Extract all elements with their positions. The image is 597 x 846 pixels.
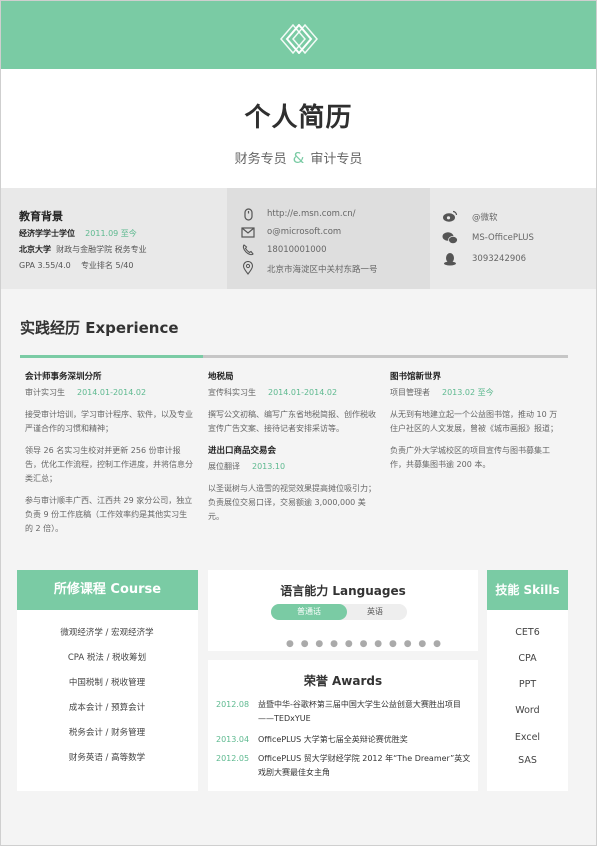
experience-column-3: 图书馆新世界 项目管理者 2013.02 至今 从无到有地建立起一个公益图书馆，推… bbox=[390, 370, 558, 472]
mouse-icon bbox=[244, 208, 253, 221]
experience-title: 实践经历 Experience bbox=[20, 319, 179, 337]
role: 项目管理者 bbox=[390, 388, 430, 397]
education-period: 2011.09 至今 bbox=[85, 229, 137, 238]
degree: 经济学学士学位 bbox=[19, 229, 75, 238]
award-year: 2012.08 bbox=[216, 700, 250, 709]
experience-column-1: 会计师事务深圳分所 审计实习生 2014.01-2014.02 接受审计培训，学习… bbox=[25, 370, 193, 536]
phone-text: 18010001000 bbox=[267, 245, 327, 255]
period: 2013.10 bbox=[252, 462, 286, 471]
education-title: 教育背景 bbox=[19, 210, 63, 223]
resume-page: 个人简历 财务专员 & 审计专员 教育背景 经济学学士学位 2011.09 至今 北… bbox=[0, 0, 597, 846]
email-text: o@microsoft.com bbox=[267, 227, 342, 237]
skill-item: CPA bbox=[518, 653, 537, 664]
social-panel: @微软 MS-OfficePLUS 3093242906 bbox=[430, 188, 596, 289]
course-title: 所修课程 Course bbox=[17, 570, 198, 610]
course-item: 税务会计 / 财务管理 bbox=[68, 728, 146, 738]
role-row: 项目管理者 2013.02 至今 bbox=[390, 386, 558, 400]
skills-title: 技能 Skills bbox=[487, 570, 568, 610]
wechat-icon bbox=[442, 232, 458, 244]
course-card: 所修课程 Course 微观经济学 / 宏观经济学 CPA 税法 / 税收筹划 … bbox=[17, 570, 198, 791]
info-strip: 教育背景 经济学学士学位 2011.09 至今 北京大学 财政与金融学院 税务专… bbox=[1, 188, 596, 289]
award-text: 益暨中华-谷歌杯第三届中国大学生公益创意大赛胜出项目——TEDxYUE bbox=[258, 700, 461, 723]
major: 财政与金融学院 税务专业 bbox=[56, 245, 147, 254]
skill-item: PPT bbox=[518, 679, 537, 690]
skill-item: Word bbox=[515, 705, 540, 716]
rank: 专业排名 5/40 bbox=[80, 261, 134, 270]
school-row: 北京大学 财政与金融学院 税务专业 bbox=[19, 244, 147, 255]
course-item: 微观经济学 / 宏观经济学 bbox=[60, 628, 154, 638]
company-name: 图书馆新世界 bbox=[390, 372, 442, 382]
gpa-row: GPA 3.55/4.0 专业排名 5/40 bbox=[19, 260, 133, 271]
awards-title: 荣誉 Awards bbox=[303, 674, 383, 688]
top-banner bbox=[1, 1, 596, 69]
experience-divider-accent bbox=[20, 355, 203, 358]
role-finance: 财务专员 bbox=[234, 152, 287, 167]
role-row: 宣传科实习生 2014.01-2014.02 bbox=[208, 386, 376, 400]
school: 北京大学 bbox=[19, 245, 51, 254]
skills-card: 技能 Skills CET6 CPA PPT Word Excel SAS bbox=[487, 570, 568, 791]
experience-divider bbox=[203, 355, 568, 358]
course-item: CPA 税法 / 税收筹划 bbox=[67, 653, 147, 663]
job-titles: 财务专员 & 审计专员 bbox=[1, 148, 596, 167]
experience-bullet: 撰写公文初稿、编写广东省地税简报、创作税收宣传广告文案、接待记者安排采访等。 bbox=[208, 410, 376, 433]
award-year: 2013.04 bbox=[216, 735, 250, 744]
gpa: GPA 3.55/4.0 bbox=[19, 261, 71, 270]
mail-icon bbox=[241, 227, 255, 238]
language-toggle[interactable]: 普通话 英语 bbox=[271, 604, 407, 620]
company-name: 会计师事务深圳分所 bbox=[25, 372, 102, 382]
education-panel: 教育背景 经济学学士学位 2011.09 至今 北京大学 财政与金融学院 税务专… bbox=[1, 188, 227, 289]
award-text: OfficePLUS 贸大学财经学院 2012 年“The Dreamer”英文… bbox=[258, 754, 471, 777]
period: 2014.01-2014.02 bbox=[268, 388, 338, 397]
experience-bullet: 以圣诞树与人造雪的视觉效果提高摊位吸引力；负责展位交易口译，交易额逾 3,000… bbox=[208, 484, 376, 521]
role: 审计实习生 bbox=[25, 388, 65, 397]
skill-item: CET6 bbox=[515, 627, 540, 638]
address-text: 北京市海淀区中关村东路一号 bbox=[267, 265, 378, 275]
qq-text: 3093242906 bbox=[472, 254, 527, 264]
weibo-text: @微软 bbox=[472, 213, 498, 223]
role-row: 展位翻译 2013.10 bbox=[208, 460, 376, 474]
website-text: http://e.msn.com.cn/ bbox=[267, 209, 356, 219]
experience-bullet: 从无到有地建立起一个公益图书馆，推动 10 万住户社区的人文发展，曾被《城市画报… bbox=[390, 410, 558, 433]
period: 2013.02 至今 bbox=[442, 388, 494, 397]
phone-icon bbox=[242, 244, 254, 256]
language-level-dots: ● ● ● ● ● ● ● ● ● ● ● bbox=[286, 639, 443, 649]
location-pin-icon bbox=[242, 261, 254, 275]
experience-column-2: 地税局 宣传科实习生 2014.01-2014.02 撰写公文初稿、编写广东省地税… bbox=[208, 370, 376, 524]
experience-bullet: 负责广外大学城校区的项目宣传与图书募集工作，共募集图书逾 200 本。 bbox=[390, 446, 550, 469]
course-item: 成本会计 / 预算会计 bbox=[68, 703, 146, 713]
course-item: 财务英语 / 高等数学 bbox=[68, 753, 146, 763]
experience-bullet: 领导 26 名实习生校对并更新 256 份审计报告，优化工作流程，控制工作进度，… bbox=[25, 446, 193, 483]
period: 2014.01-2014.02 bbox=[77, 388, 147, 397]
qq-penguin-icon bbox=[444, 253, 456, 266]
language-option-english[interactable]: 英语 bbox=[347, 604, 403, 620]
experience-bullet: 参与审计顺丰广西、江西共 29 家分公司，独立负责 9 份工作底稿（工作效率约是… bbox=[25, 496, 193, 533]
degree-row: 经济学学士学位 2011.09 至今 bbox=[19, 228, 137, 239]
skill-item: Excel bbox=[514, 732, 541, 743]
awards-card: 荣誉 Awards 2012.08 益暨中华-谷歌杯第三届中国大学生公益创意大赛… bbox=[208, 660, 478, 791]
role-audit: 审计专员 bbox=[310, 152, 363, 167]
role: 宣传科实习生 bbox=[208, 388, 256, 397]
language-title: 语言能力 Languages bbox=[280, 584, 406, 598]
resume-title: 个人简历 bbox=[244, 103, 353, 133]
language-option-mandarin[interactable]: 普通话 bbox=[271, 604, 347, 620]
company-name: 地税局 bbox=[208, 372, 234, 382]
wechat-text: MS-OfficePLUS bbox=[472, 233, 534, 243]
role-row: 审计实习生 2014.01-2014.02 bbox=[25, 386, 193, 400]
contact-panel: http://e.msn.com.cn/ o@microsoft.com 180… bbox=[227, 188, 430, 289]
skill-item: SAS bbox=[518, 755, 537, 766]
company-name: 进出口商品交易会 bbox=[208, 446, 277, 456]
ampersand: & bbox=[292, 149, 305, 167]
award-text: OfficePLUS 大学第七届全英辩论赛优胜奖 bbox=[258, 735, 408, 744]
role: 展位翻译 bbox=[208, 462, 240, 471]
diamond-logo-icon bbox=[280, 24, 318, 54]
award-year: 2012.05 bbox=[216, 754, 250, 763]
weibo-icon bbox=[443, 210, 458, 222]
language-card: 语言能力 Languages 普通话 英语 ● ● ● ● ● ● ● ● ● … bbox=[208, 570, 478, 651]
experience-bullet: 接受审计培训，学习审计程序、软件，以及专业严谨合作的习惯和精神； bbox=[25, 410, 193, 433]
course-item: 中国税制 / 税收管理 bbox=[68, 678, 146, 688]
